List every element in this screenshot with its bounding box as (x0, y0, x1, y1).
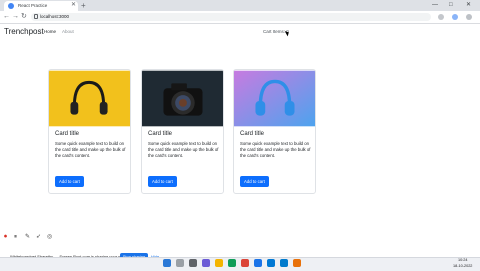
pause-icon[interactable]: ⏸ (14, 233, 17, 241)
camera-image (142, 70, 223, 127)
minimize-button[interactable]: — (432, 0, 438, 11)
maximize-button[interactable]: □ (449, 0, 453, 11)
clock-date: 18-10-2022 (453, 264, 473, 268)
navbar-brand[interactable]: Trenchpost (4, 27, 44, 37)
extensions-icon[interactable] (438, 14, 444, 20)
card-title: Card title (55, 131, 80, 137)
site-info-icon[interactable] (34, 14, 38, 19)
nav-link-home[interactable]: Home (44, 28, 56, 36)
headphones-image (49, 70, 130, 127)
blue-headphones-image (234, 70, 315, 127)
react-favicon-icon (8, 3, 14, 9)
pen-icon[interactable]: ✎ (25, 233, 30, 241)
forward-button[interactable]: → (12, 11, 19, 23)
record-icon[interactable]: ⏺ (4, 233, 7, 241)
card-title: Card title (240, 131, 265, 137)
reload-button[interactable]: ↻ (21, 11, 27, 23)
product-card: Card title Some quick example text to bu… (141, 69, 224, 194)
add-to-cart-button[interactable]: Add to cart (55, 176, 84, 187)
taskbar-clock: 10:24 18-10-2022 (453, 257, 472, 269)
menu-kebab-icon[interactable] (466, 14, 472, 20)
close-window-button[interactable]: ✕ (466, 0, 471, 11)
file-explorer-icon[interactable] (215, 259, 223, 267)
card-text: Some quick example text to build on the … (148, 141, 219, 158)
chrome-icon[interactable] (241, 259, 249, 267)
store-icon[interactable] (254, 259, 262, 267)
product-card: Card title Some quick example text to bu… (233, 69, 316, 194)
tab-title: React Practice (18, 3, 48, 8)
edge-icon[interactable] (228, 259, 236, 267)
task-view-icon[interactable] (189, 259, 197, 267)
teams-icon[interactable] (202, 259, 210, 267)
nav-link-about[interactable]: About (62, 28, 74, 36)
mail-icon[interactable] (267, 259, 275, 267)
add-to-cart-button[interactable]: Add to cart (240, 176, 269, 187)
start-icon[interactable] (163, 259, 171, 267)
profile-avatar-icon[interactable] (452, 14, 458, 20)
pointer-icon[interactable]: ➶ (36, 233, 41, 241)
taskbar (0, 257, 480, 271)
tab-close-icon[interactable]: ✕ (71, 1, 76, 10)
add-to-cart-button[interactable]: Add to cart (148, 176, 177, 187)
card-title: Card title (148, 131, 173, 137)
new-tab-button[interactable]: + (81, 0, 86, 11)
product-card: Card title Some quick example text to bu… (48, 69, 131, 194)
address-url[interactable]: localhost:3000 (40, 13, 69, 21)
back-button[interactable]: ← (3, 11, 10, 23)
browser-tab[interactable]: React Practice ✕ (4, 1, 78, 11)
vscode-icon[interactable] (280, 259, 288, 267)
card-text: Some quick example text to build on the … (55, 141, 126, 158)
address-bar[interactable] (31, 13, 431, 21)
search-icon[interactable] (176, 259, 184, 267)
app-icon[interactable] (293, 259, 301, 267)
card-text: Some quick example text to build on the … (240, 141, 311, 158)
camera-icon[interactable]: ◎ (47, 233, 52, 241)
